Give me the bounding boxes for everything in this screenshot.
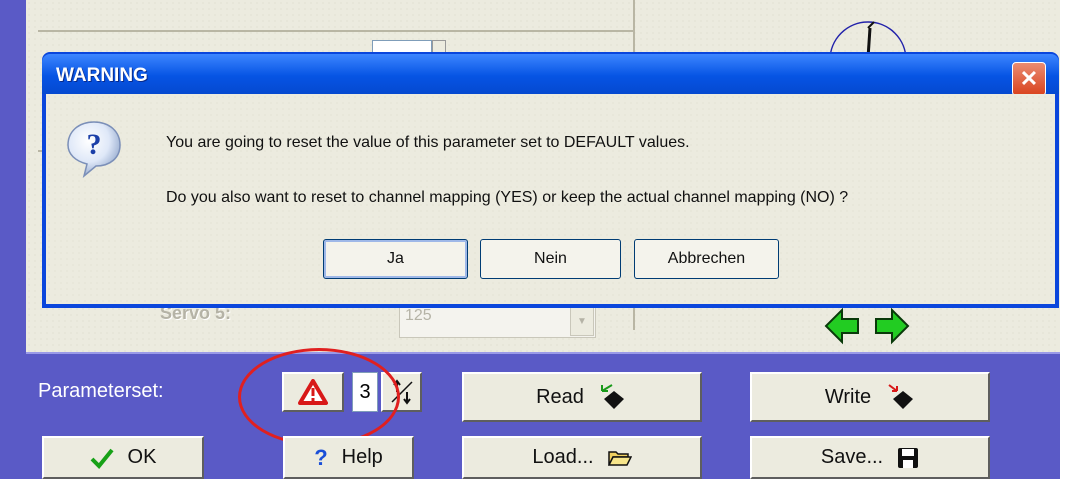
write-label: Write [824,385,872,408]
chevron-down-icon[interactable]: ▼ [570,306,594,336]
question-icon: ? [67,121,121,178]
panel-divider-top [38,30,634,32]
arrow-left-icon[interactable] [822,306,862,346]
dialog-titlebar[interactable] [42,54,1059,94]
help-icon: ? [314,444,328,470]
checkmark-icon [90,448,114,469]
no-button[interactable]: Nein [480,239,621,279]
help-button[interactable]: ? Help [283,436,414,479]
read-label: Read [536,385,584,408]
load-label: Load... [532,446,594,468]
save-label: Save... [820,446,884,468]
left-blue-strip [0,0,26,479]
load-button[interactable]: Load... [462,436,702,479]
yes-button[interactable]: Ja [323,239,468,279]
dialog-title: WARNING [56,65,148,86]
dialog-message-line2: Do you also want to reset to channel map… [166,189,849,206]
write-button[interactable]: Write [750,372,990,422]
arrow-right-icon[interactable] [872,306,912,346]
dialog-message-line1: You are going to reset the value of this… [166,134,690,151]
chip-read-icon [600,384,624,409]
parameterset-label: Parameterset: [38,380,164,402]
save-button[interactable]: Save... [750,436,990,479]
highlight-oval [238,348,400,446]
close-icon[interactable]: ✕ [1012,62,1046,96]
chip-write-icon [888,384,914,409]
read-button[interactable]: Read [462,372,702,422]
floppy-disk-icon [898,447,919,468]
help-label: Help [341,446,383,468]
ok-label: OK [127,446,157,468]
folder-open-icon [607,450,632,466]
window-edge [1060,0,1077,479]
svg-text:?: ? [87,128,102,161]
servo5-value: 125 [405,307,432,324]
ok-button[interactable]: OK [42,436,204,479]
cancel-button[interactable]: Abbrechen [634,239,779,279]
